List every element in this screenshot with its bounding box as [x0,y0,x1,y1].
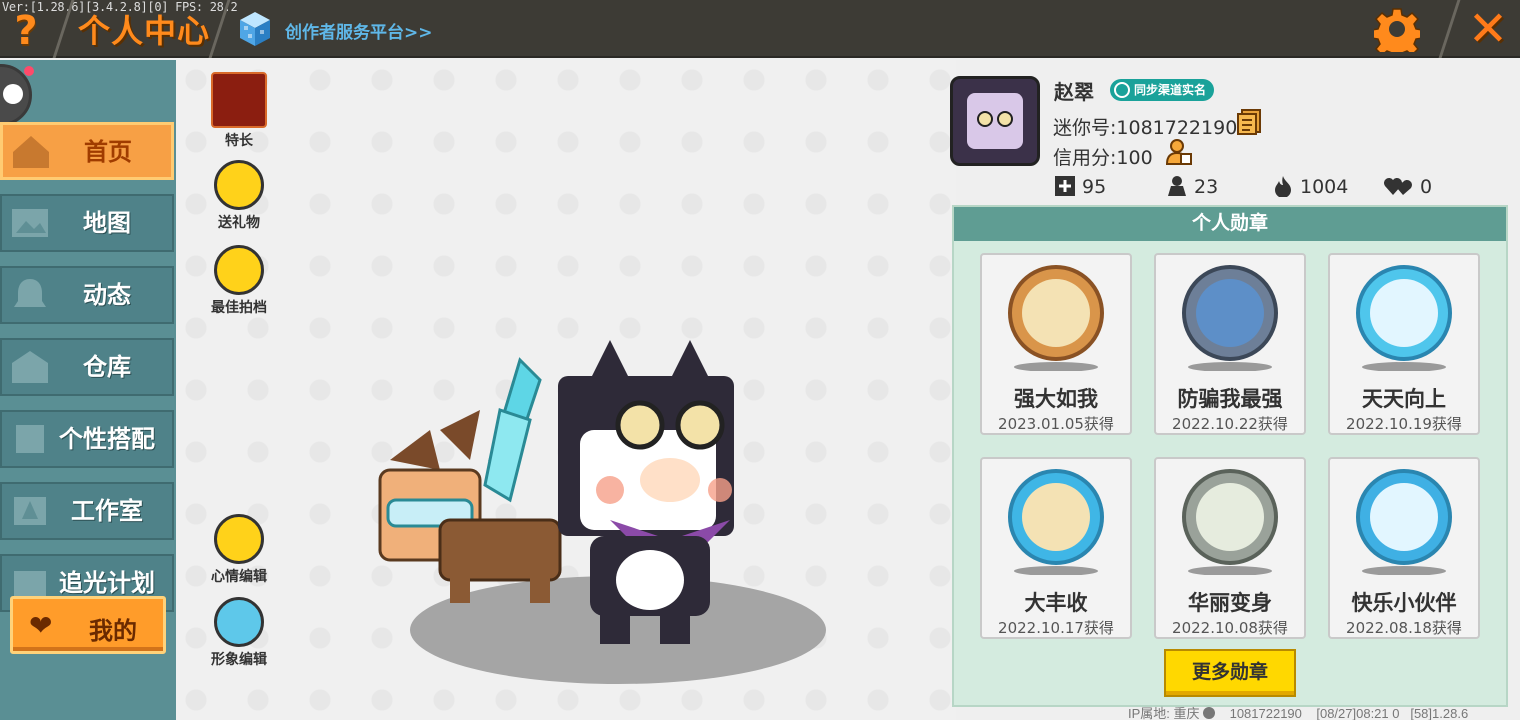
specialty-icon [211,72,267,128]
sidebar-item-studio[interactable]: 工作室 [0,482,174,540]
info-icon[interactable] [1203,707,1216,719]
stat-hearts: 0 [1384,175,1432,198]
top-bar: Ver:[1.28.6][3.4.2.8][0] FPS: 28.2 ? 个人中… [0,0,1520,58]
credit-user-icon[interactable] [1165,138,1193,166]
sidebar-item-home[interactable]: 首页 [0,122,174,180]
medal-card[interactable]: 快乐小伙伴 2022.08.18获得 [1328,457,1480,639]
mood-edit-button[interactable]: 心情编辑 [202,514,276,586]
medal-anti-fraud-icon [1182,265,1278,371]
flame-icon [1275,176,1291,197]
medal-daily-progress-icon [1356,265,1452,371]
send-gift-button[interactable]: 送礼物 [202,160,276,232]
sidebar-item-map[interactable]: 地图 [0,194,174,252]
mini-id: 迷你号:1081722190 [1053,117,1238,139]
plus-box-icon [1055,176,1075,196]
verified-user-icon [1114,82,1130,98]
medal-panel: 个人勋章 强大如我 2023.01.05获得 防骗我最强 2022.10.22获… [952,205,1508,707]
cube-icon [240,12,270,46]
appearance-edit-button[interactable]: 形象编辑 [202,597,276,669]
medal-transform-icon [1182,469,1278,575]
edit-icon [214,514,264,564]
medal-card[interactable]: 大丰收 2022.10.17获得 [980,457,1132,639]
handshake-icon [214,245,264,295]
heart-icon: ❤ [29,609,53,642]
sidebar-item-warehouse[interactable]: 仓库 [0,338,174,396]
medal-card[interactable]: 防骗我最强 2022.10.22获得 [1154,253,1306,435]
page-title: 个人中心 [78,12,211,50]
close-icon: ✕ [1467,1,1509,57]
copy-icon[interactable] [1236,108,1262,136]
creator-platform-link[interactable]: 创作者服务平台>> [285,18,433,43]
more-medals-button[interactable]: 更多勋章 [1164,649,1296,697]
cat-avatar-icon [967,93,1023,149]
hearts-icon [1384,178,1412,195]
me-button[interactable]: ❤ 我的 [10,596,166,654]
timestamp: [08/27]08:21 0 [1316,706,1400,720]
stat-popularity: 1004 [1272,175,1348,198]
medal-happy-friend-icon [1356,469,1452,575]
verify-badge[interactable]: 同步渠道实名 [1110,79,1215,101]
avatar[interactable] [950,76,1040,166]
gear-icon[interactable] [1374,6,1420,52]
best-partner-button[interactable]: 最佳拍档 [202,245,276,317]
medal-harvest-icon [1008,469,1104,575]
build-text: [58]1.28.6 [1410,706,1469,720]
sidebar-item-activity[interactable]: 动态 [0,266,174,324]
outfit-edit-icon [214,597,264,647]
stat-fans: 23 [1166,175,1218,198]
help-button[interactable]: ? [8,10,44,52]
notification-dot [24,66,34,76]
uid-text: 1081722190 [1229,706,1302,720]
ip-location: IP属地: 重庆 [1128,706,1200,720]
medal-strong-icon [1008,265,1104,371]
medal-card[interactable]: 华丽变身 2022.10.08获得 [1154,457,1306,639]
medal-panel-title: 个人勋章 [954,207,1506,241]
fans-icon [1168,176,1186,196]
specialty-button[interactable]: 特长 [202,72,276,150]
username: 赵翠 [1054,80,1094,104]
gift-icon [214,160,264,210]
close-button[interactable]: ✕ [1466,4,1510,54]
credit-score: 信用分:100 [1053,147,1153,169]
sidebar-item-outfit[interactable]: 个性搭配 [0,410,174,468]
player-avatar [558,340,734,644]
footer-info: IP属地: 重庆 1081722190 [08/27]08:21 0 [58]1… [1128,703,1520,720]
stat-likes: 95 [1054,175,1106,198]
divider [1438,0,1461,58]
question-icon: ? [14,8,38,54]
medal-card[interactable]: 强大如我 2023.01.05获得 [980,253,1132,435]
medal-card[interactable]: 天天向上 2022.10.19获得 [1328,253,1480,435]
